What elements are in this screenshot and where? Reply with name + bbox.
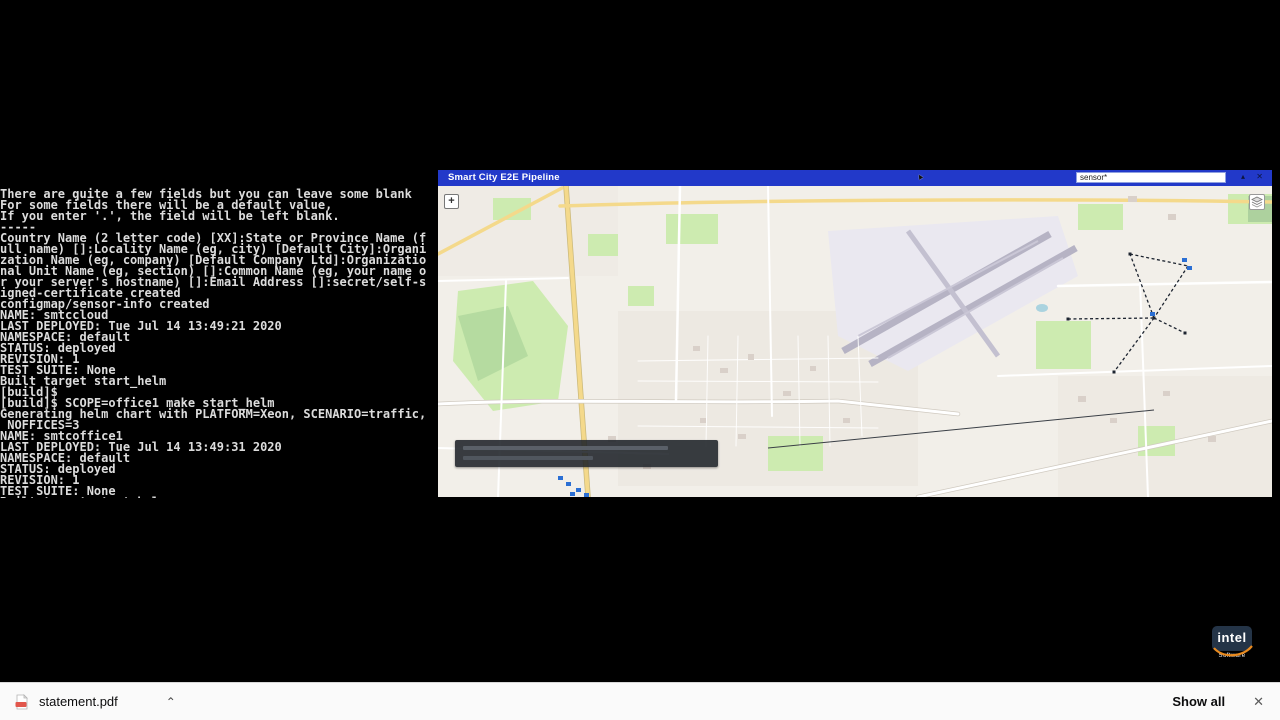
window-close-icon[interactable]: ✕ — [1256, 172, 1263, 181]
mouse-cursor-icon: ▲ — [914, 170, 926, 183]
download-bar: statement.pdf ⌃ Show all ✕ — [0, 682, 1280, 720]
intel-logo-box: intel — [1212, 626, 1252, 651]
layers-icon — [1251, 196, 1263, 208]
close-download-bar-icon[interactable]: ✕ — [1253, 694, 1264, 710]
intel-software-text: Software — [1218, 653, 1246, 659]
map-window: Smart City E2E Pipeline ▲ ▴ ✕ — [438, 170, 1272, 497]
map-canvas[interactable]: + — [438, 186, 1272, 497]
map-pond — [1036, 304, 1048, 312]
pdf-file-icon — [15, 693, 28, 709]
window-title: Smart City E2E Pipeline — [448, 172, 560, 183]
intel-software-logo: intel Software — [1208, 626, 1256, 672]
layers-control[interactable] — [1249, 194, 1265, 210]
map-window-titlebar[interactable]: Smart City E2E Pipeline ▲ ▴ ✕ — [438, 170, 1272, 186]
terminal-window[interactable]: There are quite a few fields but you can… — [0, 167, 438, 498]
intel-logo-text: intel — [1217, 630, 1247, 645]
map-tooltip — [455, 440, 718, 467]
download-item[interactable]: statement.pdf — [14, 693, 118, 710]
show-all-button[interactable]: Show all — [1172, 694, 1225, 709]
terminal-output: There are quite a few fields but you can… — [0, 188, 438, 498]
terminal-line: Built target start_helm — [0, 496, 438, 498]
download-filename: statement.pdf — [39, 694, 118, 709]
terminal-line: Built target start_helm — [0, 374, 167, 388]
download-bar-actions: Show all ✕ — [1172, 694, 1280, 710]
scroll-up-icon[interactable]: ▴ — [1241, 172, 1245, 181]
zoom-in-button[interactable]: + — [444, 194, 459, 209]
sensor-search-input[interactable] — [1076, 172, 1226, 183]
terminal-line: If you enter '.', the field will be left… — [0, 209, 340, 223]
chevron-up-icon[interactable]: ⌃ — [166, 695, 176, 709]
